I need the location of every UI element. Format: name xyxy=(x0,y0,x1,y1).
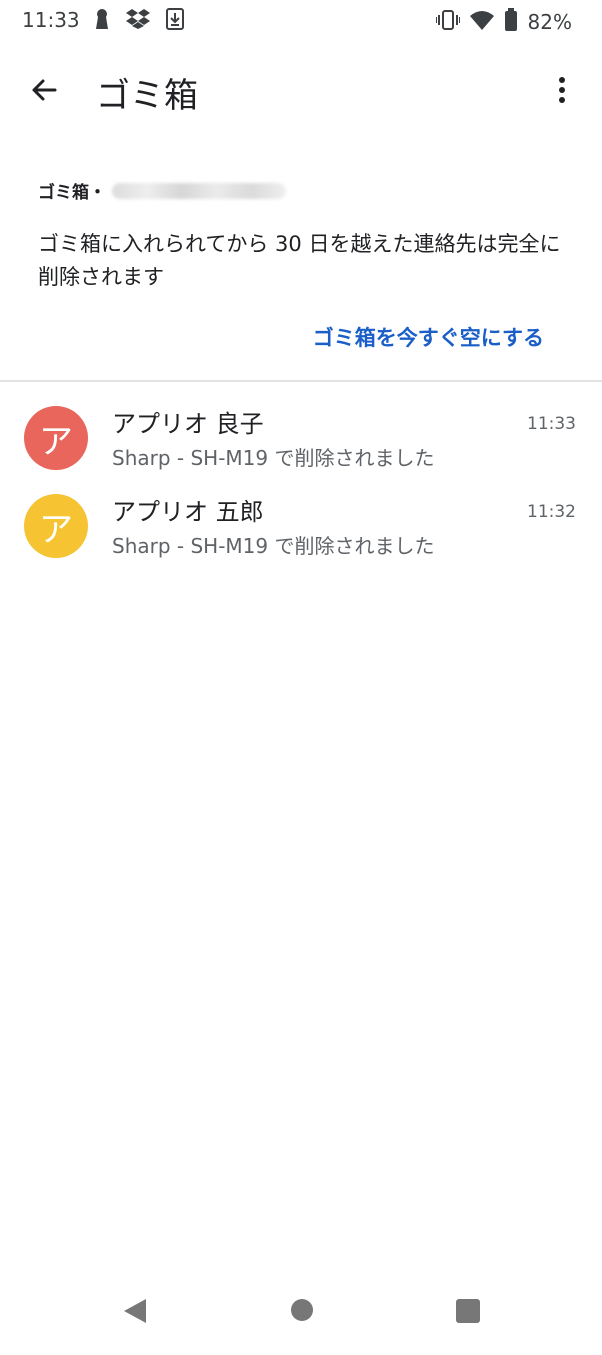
wifi-icon xyxy=(469,9,494,35)
contact-deleted-time: 11:32 xyxy=(527,502,576,522)
more-vertical-icon xyxy=(558,76,566,108)
battery-percent: 82% xyxy=(527,10,572,34)
vibrate-icon xyxy=(434,9,461,35)
download-icon xyxy=(166,8,184,34)
nav-home-icon[interactable] xyxy=(291,1299,313,1321)
deleted-contacts-list: ア アプリオ 良子 Sharp - SH-M19 で削除されました 11:33 … xyxy=(0,394,602,570)
avatar-initial: ア xyxy=(39,421,73,462)
system-navigation-bar xyxy=(0,1275,602,1355)
trash-retention-notice: ゴミ箱に入れられてから 30 日を越えた連絡先は完全に削除されます xyxy=(38,232,561,289)
page-title: ゴミ箱 xyxy=(96,76,198,116)
dropbox-icon xyxy=(126,8,150,34)
avatar: ア xyxy=(24,406,88,470)
battery-icon xyxy=(504,8,518,36)
keyhole-icon xyxy=(94,8,110,34)
contact-name: アプリオ 五郎 xyxy=(112,498,264,526)
status-notification-icons xyxy=(94,8,184,34)
contact-row[interactable]: ア アプリオ 五郎 Sharp - SH-M19 で削除されました 11:32 xyxy=(0,482,602,570)
contact-name: アプリオ 良子 xyxy=(112,410,264,438)
contact-deleted-source: Sharp - SH-M19 で削除されました xyxy=(112,446,435,470)
nav-recents-icon[interactable] xyxy=(456,1299,480,1323)
nav-back-icon[interactable] xyxy=(122,1297,148,1329)
status-system-icons: 82% xyxy=(434,8,572,36)
trash-account-label: ゴミ箱・ xyxy=(38,183,106,203)
contact-deleted-source: Sharp - SH-M19 で削除されました xyxy=(112,534,435,558)
back-button[interactable] xyxy=(22,70,66,114)
status-bar: 11:33 82% xyxy=(0,0,602,40)
avatar: ア xyxy=(24,494,88,558)
arrow-left-icon xyxy=(29,75,59,109)
contact-deleted-time: 11:33 xyxy=(527,414,576,434)
empty-trash-button[interactable]: ゴミ箱を今すぐ空にする xyxy=(313,322,544,352)
app-bar: ゴミ箱 xyxy=(0,56,602,128)
contact-row[interactable]: ア アプリオ 良子 Sharp - SH-M19 で削除されました 11:33 xyxy=(0,394,602,482)
avatar-initial: ア xyxy=(39,509,73,550)
trash-account-line: ゴミ箱・ xyxy=(38,178,286,203)
status-time: 11:33 xyxy=(22,8,80,32)
more-options-button[interactable] xyxy=(544,70,580,114)
blurred-account-email xyxy=(112,182,286,199)
divider xyxy=(0,380,602,382)
